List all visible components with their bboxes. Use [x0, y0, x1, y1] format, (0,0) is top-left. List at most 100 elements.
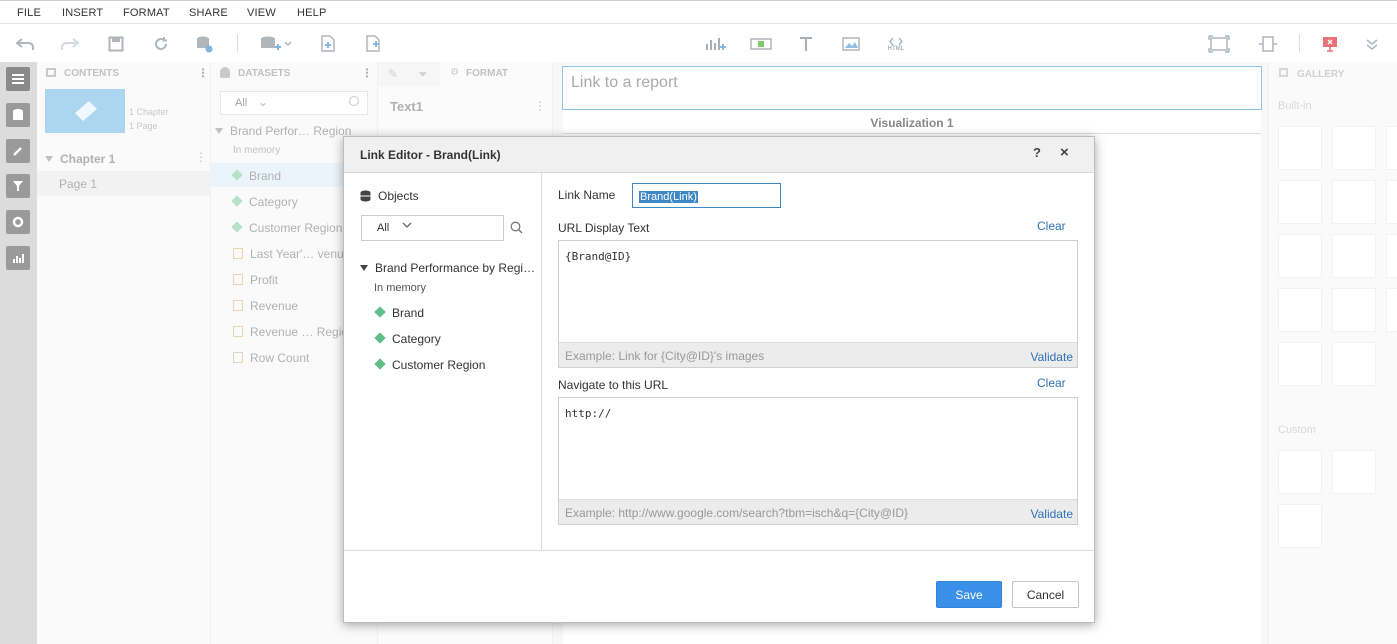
gallery-custom-icon[interactable] — [1278, 504, 1322, 548]
save-icon[interactable] — [105, 33, 127, 55]
metric-icon — [233, 326, 243, 337]
menu-format[interactable]: FORMAT — [123, 7, 170, 19]
fit-icon[interactable] — [1257, 33, 1279, 55]
menu-help[interactable]: HELP — [297, 7, 327, 19]
collapse-toolbar-icon[interactable] — [1361, 33, 1383, 55]
gallery-line-icon[interactable] — [1278, 180, 1322, 224]
menu-share[interactable]: SHARE — [189, 7, 228, 19]
refresh-icon[interactable] — [150, 33, 172, 55]
format-more-icon[interactable]: ⋮ — [534, 99, 546, 113]
link-editor-dialog: Link Editor - Brand(Link) ? × Objects Al… — [343, 136, 1095, 623]
search-icon[interactable] — [349, 96, 359, 106]
save-button[interactable]: Save — [936, 581, 1002, 608]
tab-format[interactable]: ⚙ FORMAT — [440, 62, 552, 86]
url-display-textarea[interactable]: {Brand@ID} Example: Link for {City@ID}'s… — [558, 240, 1078, 368]
gallery-box-plot-icon[interactable] — [1278, 342, 1322, 386]
dataset-metric[interactable]: Row Count — [233, 351, 309, 365]
contents-panel: CONTENTS ⋮ 1 Chapter 1 Page Chapter 1 ⋮ … — [37, 62, 211, 644]
datasets-more-icon[interactable]: ⋮ — [361, 66, 373, 80]
gallery-combo-icon[interactable] — [1386, 180, 1397, 224]
gallery-kpi-icon[interactable] — [1386, 234, 1397, 278]
page-item[interactable]: Page 1 — [37, 171, 210, 196]
dataset-attribute[interactable]: Customer Region — [231, 221, 342, 235]
navigate-url-validate-button[interactable]: Validate — [1031, 507, 1073, 521]
menu-view[interactable]: VIEW — [247, 7, 276, 19]
dataset-metric[interactable]: Last Year'… venue — [233, 247, 350, 261]
editor-icon[interactable] — [6, 139, 30, 163]
gallery-custom-icon[interactable] — [1332, 450, 1376, 494]
link-name-input[interactable]: Brand(Link) — [632, 183, 781, 208]
undo-icon[interactable] — [14, 33, 36, 55]
objects-search[interactable]: All — [361, 215, 523, 241]
gallery-heatmap-icon[interactable] — [1332, 126, 1376, 170]
object-attribute-customer-region[interactable]: Customer Region — [374, 358, 485, 372]
gallery-area-icon[interactable] — [1332, 180, 1376, 224]
help-icon[interactable]: ? — [1033, 145, 1041, 160]
gallery-bar-icon[interactable] — [1386, 126, 1397, 170]
dataset-attribute[interactable]: Brand — [231, 169, 281, 183]
insert-image-icon[interactable] — [840, 33, 862, 55]
chevron-down-icon[interactable] — [402, 221, 412, 232]
chart-icon[interactable] — [6, 246, 30, 270]
insert-visualization-icon[interactable] — [705, 33, 727, 55]
toolbar-separator — [237, 34, 238, 52]
cancel-button[interactable]: Cancel — [1012, 581, 1079, 608]
thumb-page-count: 1 Page — [129, 121, 158, 131]
dataset-attribute[interactable]: Category — [231, 195, 298, 209]
object-attribute-category[interactable]: Category — [374, 332, 441, 346]
menu-insert[interactable]: INSERT — [62, 7, 103, 19]
page-label: Page 1 — [59, 177, 98, 191]
datasets-filter-value: All — [235, 97, 248, 109]
gallery-scatter-icon[interactable] — [1278, 288, 1322, 332]
objects-dataset[interactable]: Brand Performance by Regi… — [360, 261, 535, 275]
dataset-name[interactable]: Brand Perfor… Region — [215, 124, 351, 138]
settings-icon[interactable] — [6, 210, 30, 234]
gallery-title: GALLERY — [1297, 69, 1345, 80]
filter-icon[interactable] — [6, 174, 30, 198]
dataset-metric[interactable]: Revenue — [233, 299, 298, 313]
insert-html-icon[interactable]: HTML — [885, 33, 907, 55]
objects-filter-value[interactable]: All — [377, 222, 389, 234]
navigate-url-clear-button[interactable]: Clear — [1037, 376, 1066, 390]
add-dataset-icon[interactable] — [258, 33, 294, 55]
gallery-network-icon[interactable] — [1386, 288, 1397, 332]
dataset-metric[interactable]: Revenue … Region — [233, 325, 355, 339]
datasets-icon[interactable] — [6, 103, 30, 127]
attribute-label: Category — [392, 332, 441, 346]
dataset-metric[interactable]: Profit — [233, 273, 278, 287]
gallery-dual-axis-icon[interactable] — [1332, 234, 1376, 278]
caret-down-icon — [360, 265, 368, 271]
objects-storage: In memory — [374, 282, 426, 294]
tab-editor-icon[interactable]: ✎ — [388, 67, 398, 81]
duplicate-page-icon[interactable] — [317, 33, 339, 55]
chapter-item[interactable]: Chapter 1 — [45, 152, 115, 166]
search-icon[interactable] — [510, 221, 523, 237]
gallery-pie-icon[interactable] — [1278, 234, 1322, 278]
insert-text-icon[interactable] — [795, 33, 817, 55]
menu-file[interactable]: FILE — [17, 7, 41, 19]
url-display-validate-button[interactable]: Validate — [1031, 350, 1073, 364]
presentation-mode-icon[interactable] — [1208, 33, 1230, 55]
gallery-custom-icon[interactable] — [1278, 450, 1322, 494]
left-nav — [0, 62, 37, 644]
datasets-filter[interactable]: All ⌄ — [220, 91, 368, 115]
insert-filter-icon[interactable] — [750, 33, 772, 55]
page-thumbnail[interactable] — [45, 89, 125, 133]
contents-more-icon[interactable]: ⋮ — [197, 66, 209, 80]
metric-label: Row Count — [250, 351, 310, 365]
url-display-clear-button[interactable]: Clear — [1037, 219, 1066, 233]
add-data-icon[interactable] — [193, 33, 215, 55]
redo-icon[interactable] — [59, 33, 81, 55]
gallery-grid-icon[interactable] — [1278, 126, 1322, 170]
close-icon[interactable]: × — [1060, 144, 1069, 161]
chapter-more-icon[interactable]: ⋮ — [195, 150, 207, 164]
navigate-url-textarea[interactable]: http:// Example: http://www.google.com/s… — [558, 397, 1078, 525]
object-attribute-brand[interactable]: Brand — [374, 306, 424, 320]
link-to-report-input[interactable]: Link to a report — [562, 66, 1262, 110]
gallery-map-icon[interactable] — [1332, 342, 1376, 386]
tab-filter-icon[interactable]: ⏷ — [418, 67, 428, 82]
gallery-histogram-icon[interactable] — [1332, 288, 1376, 332]
notification-icon[interactable] — [1319, 33, 1341, 55]
add-page-icon[interactable] — [362, 33, 384, 55]
contents-icon[interactable] — [6, 67, 30, 91]
